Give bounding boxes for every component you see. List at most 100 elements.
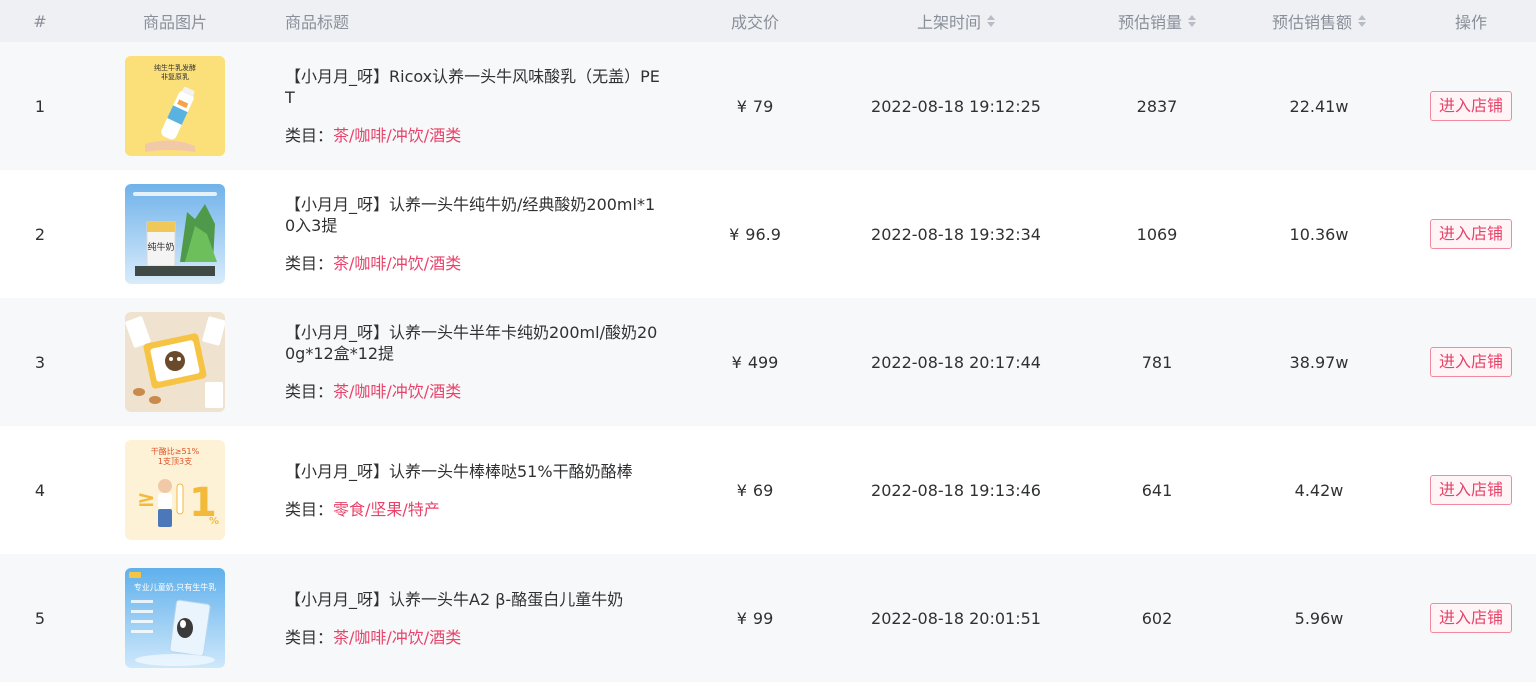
action-cell: 进入店铺 [1406, 42, 1536, 170]
table-row: 4 干酪比≥51% 1支顶3支 ≥ 1 % 【小月月_呀】认养一头牛棒棒哒51%… [0, 426, 1536, 554]
product-image[interactable] [125, 312, 225, 412]
category-value[interactable]: 茶/咖啡/冲饮/酒类 [333, 628, 461, 647]
category-label: 类目： [285, 126, 334, 145]
price-cell: ¥69 [680, 426, 830, 554]
sort-icon[interactable] [1358, 15, 1366, 27]
currency-symbol: ¥ [729, 224, 740, 244]
category-label: 类目： [285, 627, 334, 647]
product-category: 类目：茶/咖啡/冲饮/酒类 [285, 378, 665, 402]
header-est-amount-label: 预估销售额 [1271, 13, 1352, 32]
est-sales: 2837 [1136, 96, 1178, 116]
product-image[interactable]: 纯生牛乳发酵 非复原乳 [125, 56, 225, 156]
est-amount: 22.41w [1289, 96, 1349, 116]
category-value[interactable]: 茶/咖啡/冲饮/酒类 [333, 382, 461, 401]
svg-text:纯牛奶: 纯牛奶 [147, 241, 174, 253]
action-cell: 进入店铺 [1406, 170, 1536, 298]
price-value: 79 [752, 96, 774, 116]
category-label: 类目： [285, 499, 334, 519]
enter-shop-button[interactable]: 进入店铺 [1429, 219, 1512, 249]
list-time: 2022-08-18 19:13:46 [871, 480, 1041, 500]
table-row: 5 专业儿童奶,只有生牛乳 【小月月_呀】认养一头牛A2 β-酪蛋白儿童牛奶 类… [0, 554, 1536, 682]
row-index: 1 [34, 96, 46, 116]
svg-text:纯生牛乳发酵: 纯生牛乳发酵 [154, 63, 196, 72]
header-est-sales[interactable]: 预估销量 [1082, 9, 1232, 33]
title-cell: 【小月月_呀】认养一头牛棒棒哒51%干酪奶酪棒 类目：零食/坚果/特产 [270, 426, 680, 554]
price-cell: ¥499 [680, 298, 830, 426]
table-row: 3 【小月月_呀】认养一头牛半年卡纯奶200ml/酸奶200g*12盒*12提 … [0, 298, 1536, 426]
title-cell: 【小月月_呀】认养一头牛A2 β-酪蛋白儿童牛奶 类目：茶/咖啡/冲饮/酒类 [270, 554, 680, 682]
est-amount: 5.96w [1294, 608, 1344, 628]
price-value: 499 [747, 352, 779, 372]
product-title[interactable]: 【小月月_呀】认养一头牛半年卡纯奶200ml/酸奶200g*12盒*12提 [285, 322, 665, 364]
svg-text:%: % [209, 516, 219, 527]
currency-symbol: ¥ [736, 608, 747, 628]
enter-shop-button[interactable]: 进入店铺 [1429, 347, 1512, 377]
action-cell: 进入店铺 [1406, 298, 1536, 426]
row-index: 3 [34, 352, 46, 372]
header-title: 商品标题 [285, 13, 350, 32]
table-row: 1 纯生牛乳发酵 非复原乳 【小月月_呀】Ricox认养一头牛风味酸乳（无盖）P… [0, 42, 1536, 170]
header-action: 操作 [1454, 13, 1487, 32]
est-sales: 781 [1141, 352, 1173, 372]
milk-gift-box-image [125, 312, 225, 412]
title-wrap: 【小月月_呀】认养一头牛纯牛奶/经典酸奶200ml*10入3提 类目：茶/咖啡/… [285, 170, 665, 298]
action-cell: 进入店铺 [1406, 426, 1536, 554]
header-list-time[interactable]: 上架时间 [830, 9, 1082, 33]
currency-symbol: ¥ [731, 352, 742, 372]
cheese-stick-image: 干酪比≥51% 1支顶3支 ≥ 1 % [125, 440, 225, 540]
category-label: 类目： [285, 254, 334, 273]
product-title[interactable]: 【小月月_呀】认养一头牛A2 β-酪蛋白儿童牛奶 [285, 589, 665, 610]
price-cell: ¥99 [680, 554, 830, 682]
row-index: 2 [34, 224, 46, 244]
list-time: 2022-08-18 20:01:51 [871, 608, 1041, 628]
product-category: 类目：茶/咖啡/冲饮/酒类 [285, 250, 665, 274]
enter-shop-button[interactable]: 进入店铺 [1429, 603, 1512, 633]
product-category: 类目：茶/咖啡/冲饮/酒类 [285, 122, 665, 146]
title-cell: 【小月月_呀】认养一头牛半年卡纯奶200ml/酸奶200g*12盒*12提 类目… [270, 298, 680, 426]
svg-text:≥: ≥ [137, 487, 155, 512]
product-table: # 商品图片 商品标题 成交价 上架时间 预估销量 预估销售额 操作 1 纯生牛… [0, 0, 1536, 683]
list-time: 2022-08-18 19:12:25 [871, 96, 1041, 116]
product-title[interactable]: 【小月月_呀】认养一头牛纯牛奶/经典酸奶200ml*10入3提 [285, 194, 665, 236]
est-sales: 1069 [1136, 224, 1178, 244]
sort-icon[interactable] [987, 15, 995, 27]
title-cell: 【小月月_呀】Ricox认养一头牛风味酸乳（无盖）PET 类目：茶/咖啡/冲饮/… [270, 42, 680, 170]
title-wrap: 【小月月_呀】认养一头牛A2 β-酪蛋白儿童牛奶 类目：茶/咖啡/冲饮/酒类 [285, 554, 665, 682]
currency-symbol: ¥ [736, 96, 747, 116]
product-title[interactable]: 【小月月_呀】认养一头牛棒棒哒51%干酪奶酪棒 [285, 461, 665, 482]
product-title[interactable]: 【小月月_呀】Ricox认养一头牛风味酸乳（无盖）PET [285, 66, 665, 108]
price-value: 96.9 [745, 224, 781, 244]
table-header: # 商品图片 商品标题 成交价 上架时间 预估销量 预估销售额 操作 [0, 0, 1536, 42]
product-image[interactable]: 干酪比≥51% 1支顶3支 ≥ 1 % [125, 440, 225, 540]
category-value[interactable]: 零食/坚果/特产 [333, 500, 440, 519]
row-index: 5 [34, 608, 46, 628]
list-time: 2022-08-18 20:17:44 [871, 352, 1041, 372]
kids-milk-image: 专业儿童奶,只有生牛乳 [125, 568, 225, 668]
title-wrap: 【小月月_呀】Ricox认养一头牛风味酸乳（无盖）PET 类目：茶/咖啡/冲饮/… [285, 42, 665, 170]
list-time: 2022-08-18 19:32:34 [871, 224, 1041, 244]
product-image-cell: 干酪比≥51% 1支顶3支 ≥ 1 % [80, 426, 270, 554]
svg-text:1支顶3支: 1支顶3支 [158, 456, 192, 466]
price-cell: ¥96.9 [680, 170, 830, 298]
est-sales: 641 [1141, 480, 1173, 500]
enter-shop-button[interactable]: 进入店铺 [1429, 475, 1512, 505]
product-image-cell: 纯生牛乳发酵 非复原乳 [80, 42, 270, 170]
milk-box-image: 纯牛奶 [125, 184, 225, 284]
header-est-amount[interactable]: 预估销售额 [1232, 9, 1406, 33]
product-image[interactable]: 专业儿童奶,只有生牛乳 [125, 568, 225, 668]
title-wrap: 【小月月_呀】认养一头牛半年卡纯奶200ml/酸奶200g*12盒*12提 类目… [285, 298, 665, 426]
product-image[interactable]: 纯牛奶 [125, 184, 225, 284]
table-body: 1 纯生牛乳发酵 非复原乳 【小月月_呀】Ricox认养一头牛风味酸乳（无盖）P… [0, 42, 1536, 682]
svg-text:非复原乳: 非复原乳 [161, 72, 189, 81]
category-value[interactable]: 茶/咖啡/冲饮/酒类 [333, 126, 461, 145]
sort-icon[interactable] [1188, 15, 1196, 27]
title-cell: 【小月月_呀】认养一头牛纯牛奶/经典酸奶200ml*10入3提 类目：茶/咖啡/… [270, 170, 680, 298]
currency-symbol: ¥ [736, 480, 747, 500]
product-image-cell [80, 298, 270, 426]
enter-shop-button[interactable]: 进入店铺 [1429, 91, 1512, 121]
action-cell: 进入店铺 [1406, 554, 1536, 682]
header-index: # [33, 11, 47, 31]
title-wrap: 【小月月_呀】认养一头牛棒棒哒51%干酪奶酪棒 类目：零食/坚果/特产 [285, 426, 665, 554]
yogurt-bottle-image: 纯生牛乳发酵 非复原乳 [125, 56, 225, 156]
category-value[interactable]: 茶/咖啡/冲饮/酒类 [333, 254, 461, 273]
